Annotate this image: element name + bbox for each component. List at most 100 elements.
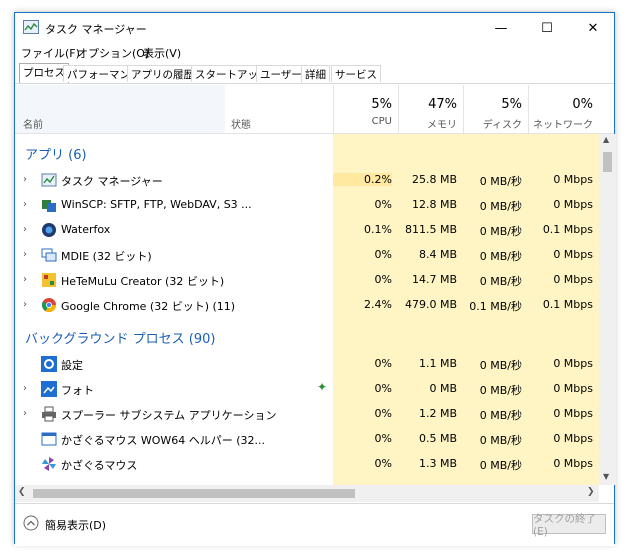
menu-options[interactable]: オプション(O) (77, 45, 149, 61)
memory-value: 479.0 MB (404, 298, 457, 311)
disk-column-header[interactable]: 5% ディスク (463, 85, 528, 133)
process-name: Waterfox (61, 223, 111, 236)
expand-chevron-icon[interactable]: › (23, 249, 27, 260)
tab-services[interactable]: サービス (331, 65, 381, 82)
group-title-background: バックグラウンド プロセス (90) (25, 332, 216, 347)
disk-value: 0 MB/秒 (479, 175, 522, 188)
network-column-header[interactable]: 0% ネットワーク (528, 85, 599, 133)
mdie-icon (41, 248, 57, 262)
expand-chevron-icon[interactable]: › (23, 224, 27, 235)
cpu-value: 0% (374, 457, 392, 470)
group-title-apps: アプリ (6) (25, 148, 87, 163)
task-manager-icon (23, 20, 39, 34)
scroll-down-arrow-icon[interactable]: ▼ (603, 472, 609, 481)
collapse-chevron-icon[interactable] (23, 515, 39, 531)
waterfox-icon (42, 223, 56, 237)
menu-view[interactable]: 表示(V) (143, 45, 181, 61)
task-manager-icon (41, 173, 57, 187)
status-header-label: 状態 (231, 120, 251, 131)
close-button[interactable]: ✕ (570, 13, 616, 43)
network-value: 0 Mbps (553, 357, 593, 370)
expand-chevron-icon[interactable]: › (23, 274, 27, 285)
process-row[interactable]: › スプーラー サブシステム アプリケーション 0% 1.2 MB 0 MB/秒… (15, 402, 599, 427)
group-header-background: バックグラウンド プロセス (90) (15, 324, 599, 349)
window-title: タスク マネージャー (45, 23, 147, 36)
process-row[interactable]: › タスク マネージャー 0.2% 25.8 MB 0 MB/秒 0 Mbps (15, 168, 599, 193)
cpu-column-header[interactable]: 5% CPU (333, 85, 398, 133)
window-app-icon (41, 432, 57, 446)
expand-chevron-icon[interactable]: › (23, 299, 27, 310)
process-name: タスク マネージャー (61, 175, 163, 188)
expand-chevron-icon[interactable]: › (23, 383, 27, 394)
memory-value: 12.8 MB (411, 198, 457, 211)
process-row[interactable]: › HeTeMuLu Creator (32 ビット) 0% 14.7 MB 0… (15, 268, 599, 293)
expand-chevron-icon[interactable]: › (23, 408, 27, 419)
vertical-scroll-thumb[interactable] (603, 152, 612, 172)
process-list: アプリ (6) › タスク マネージャー 0.2% 25.8 MB 0 MB/秒… (15, 134, 599, 485)
process-row[interactable]: かざぐるマウス WOW64 ヘルパー (32... 0% 0.5 MB 0 MB… (15, 427, 599, 452)
menu-file[interactable]: ファイル(F) (21, 45, 80, 61)
process-row[interactable]: › MDIE (32 ビット) 0% 8.4 MB 0 MB/秒 0 Mbps (15, 243, 599, 268)
cpu-value: 0.2% (333, 173, 392, 186)
process-row[interactable]: かざぐるマウス 0% 1.3 MB 0 MB/秒 0 Mbps (15, 452, 599, 477)
disk-header-label: ディスク (482, 120, 522, 131)
memory-value: 14.7 MB (411, 273, 457, 286)
process-name: かざぐるマウス WOW64 ヘルパー (32... (61, 434, 266, 447)
process-row[interactable]: › Google Chrome (32 ビット) (11) 2.4% 479.0… (15, 293, 599, 318)
tab-details[interactable]: 詳細 (301, 65, 330, 82)
scroll-up-arrow-icon[interactable]: ▲ (603, 135, 609, 144)
network-value: 0 Mbps (553, 457, 593, 470)
expand-chevron-icon[interactable]: › (23, 199, 27, 210)
memory-column-header[interactable]: 47% メモリ (398, 85, 463, 133)
cpu-value: 0% (374, 407, 392, 420)
expand-chevron-icon[interactable]: › (23, 174, 27, 185)
cpu-header-label: CPU (371, 116, 392, 127)
fewer-details-link[interactable]: 簡易表示(D) (45, 517, 106, 533)
column-header-row: ⌄ 名前 状態 5% CPU 47% メモリ 5% ディスク 0% ネットワーク (15, 85, 614, 134)
disk-value: 0 MB/秒 (479, 409, 522, 422)
tab-users[interactable]: ユーザー (256, 65, 306, 82)
tab-app-history[interactable]: アプリの履歴 (127, 65, 198, 82)
process-name: Google Chrome (32 ビット) (11) (61, 300, 236, 313)
cpu-value: 0% (374, 198, 392, 211)
cpu-value: 0% (374, 357, 392, 370)
network-value: 0 Mbps (553, 407, 593, 420)
end-task-button[interactable]: タスクの終了(E) (532, 513, 606, 538)
tab-processes[interactable]: プロセス (19, 63, 69, 83)
memory-value: 1.1 MB (418, 357, 457, 370)
process-name: HeTeMuLu Creator (32 ビット) (61, 275, 225, 288)
memory-value: 811.5 MB (404, 223, 457, 236)
scroll-left-arrow-icon[interactable]: ❮ (18, 487, 26, 497)
footer-bar: 簡易表示(D) タスクの終了(E) (15, 503, 614, 546)
process-row[interactable]: › Waterfox 0.1% 811.5 MB 0 MB/秒 0.1 Mbps (15, 218, 599, 243)
network-value: 0 Mbps (553, 248, 593, 261)
cpu-value: 0% (374, 432, 392, 445)
vertical-scrollbar[interactable]: ▲ ▼ (599, 134, 616, 485)
process-row[interactable]: › フォト ✦ 0% 0 MB 0 MB/秒 0 Mbps (15, 377, 599, 402)
network-value: 0 Mbps (553, 173, 593, 186)
process-row[interactable]: › WinSCP: SFTP, FTP, WebDAV, S3 ... 0% 1… (15, 193, 599, 218)
network-header-label: ネットワーク (533, 120, 593, 131)
cpu-value: 0% (374, 382, 392, 395)
process-name: WinSCP: SFTP, FTP, WebDAV, S3 ... (61, 198, 252, 211)
disk-value: 0 MB/秒 (479, 384, 522, 397)
disk-value: 0 MB/秒 (479, 225, 522, 238)
network-value: 0 Mbps (553, 432, 593, 445)
minimize-button[interactable]: — (478, 13, 524, 43)
memory-header-label: メモリ (427, 120, 457, 131)
maximize-button[interactable]: ☐ (524, 13, 570, 43)
process-row[interactable]: 設定 0% 1.1 MB 0 MB/秒 0 Mbps (15, 352, 599, 377)
scroll-right-arrow-icon[interactable]: ❯ (587, 487, 595, 497)
network-value: 0 Mbps (553, 273, 593, 286)
name-header-label: 名前 (23, 120, 43, 131)
cpu-value: 0% (374, 248, 392, 261)
horizontal-scroll-thumb[interactable] (33, 489, 355, 498)
process-name: かざぐるマウス (61, 459, 138, 472)
group-header-apps: アプリ (6) (15, 140, 599, 165)
horizontal-scrollbar[interactable]: ❮ ❯ (15, 485, 599, 502)
title-bar[interactable]: タスク マネージャー — ☐ ✕ (15, 13, 614, 43)
network-value: 0 Mbps (553, 382, 593, 395)
status-column-header[interactable]: 状態 (225, 85, 333, 133)
memory-value: 0.5 MB (418, 432, 457, 445)
name-column-header[interactable]: 名前 (15, 85, 225, 133)
